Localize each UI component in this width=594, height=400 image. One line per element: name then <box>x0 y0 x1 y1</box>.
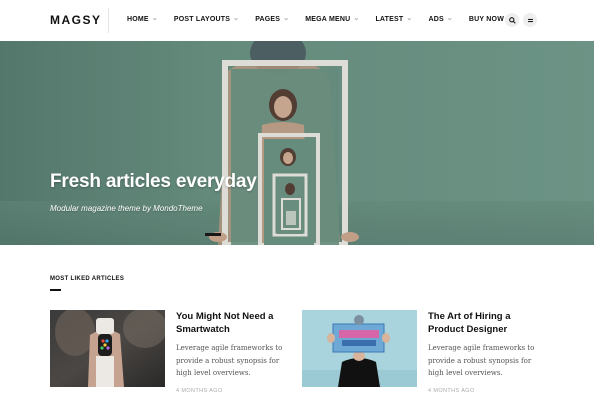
article-excerpt-line: provide a robust synopsis for <box>176 356 280 365</box>
hero-image <box>0 41 594 245</box>
menu-button[interactable] <box>523 13 537 27</box>
nav-ads-label: ADS <box>428 15 444 23</box>
nav-home-label: HOME <box>127 15 149 23</box>
chevron-down-icon: ⌄ <box>406 15 413 22</box>
nav-post-layouts[interactable]: POST LAYOUTS ⌄ <box>174 15 239 23</box>
chevron-down-icon: ⌄ <box>353 15 360 22</box>
article-excerpt: Leverage agile frameworks to provide a r… <box>428 342 534 380</box>
nav-mega-menu-label: MEGA MENU <box>305 15 351 23</box>
chevron-down-icon: ⌄ <box>151 15 158 22</box>
chevron-down-icon: ⌄ <box>233 15 240 22</box>
hero-banner[interactable]: Fresh articles everyday Modular magazine… <box>0 41 594 245</box>
smartwatch-image <box>50 310 165 387</box>
nav-pages[interactable]: PAGES ⌄ <box>255 15 289 23</box>
nav-buy-now[interactable]: BUY NOW <box>469 16 504 23</box>
nav-home[interactable]: HOME ⌄ <box>127 15 158 23</box>
menu-icon <box>527 18 533 22</box>
hero-title[interactable]: Fresh articles everyday <box>50 171 257 193</box>
article-excerpt: Leverage agile frameworks to provide a r… <box>176 342 282 380</box>
nav-buy-now-label: BUY NOW <box>468 15 505 23</box>
article-title[interactable]: The Art of Hiring a Product Designer <box>428 311 511 336</box>
nav-latest-label: LATEST <box>375 15 404 23</box>
article-excerpt-line: high level overviews. <box>428 369 503 377</box>
chevron-down-icon: ⌄ <box>446 15 453 22</box>
search-icon <box>508 16 516 24</box>
hero-subtitle: Modular magazine theme by MondoTheme <box>50 204 203 213</box>
article-date: 4 MONTHS AGO <box>176 388 223 394</box>
site-header: MAGSY HOME ⌄ POST LAYOUTS ⌄ PAGES ⌄ MEGA… <box>0 0 594 41</box>
designer-image <box>302 310 417 387</box>
article-title-line: You Might Not Need a <box>176 311 274 322</box>
section-underline <box>50 289 61 291</box>
article-excerpt-line: Leverage agile frameworks to <box>176 344 283 352</box>
article-excerpt-line: Leverage agile frameworks to <box>428 344 535 352</box>
chevron-down-icon: ⌄ <box>283 15 290 22</box>
search-button[interactable] <box>505 13 519 27</box>
nav-latest[interactable]: LATEST ⌄ <box>375 15 412 23</box>
section-title: MOST LIKED ARTICLES <box>50 276 125 282</box>
header-divider <box>108 8 109 33</box>
site-logo[interactable]: MAGSY <box>50 13 102 27</box>
article-thumbnail[interactable] <box>50 310 165 387</box>
nav-pages-label: PAGES <box>255 15 281 23</box>
article-date: 4 MONTHS AGO <box>428 388 475 394</box>
article-title-line: The Art of Hiring a <box>428 311 511 322</box>
article-title[interactable]: You Might Not Need a Smartwatch <box>176 311 273 336</box>
main-nav: HOME ⌄ POST LAYOUTS ⌄ PAGES ⌄ MEGA MENU … <box>127 15 504 23</box>
nav-ads[interactable]: ADS ⌄ <box>428 15 452 23</box>
article-excerpt-line: provide a robust synopsis for <box>428 356 532 365</box>
article-title-line: Product Designer <box>428 323 508 335</box>
nav-mega-menu[interactable]: MEGA MENU ⌄ <box>305 15 359 23</box>
article-thumbnail[interactable] <box>302 310 417 387</box>
nav-post-layouts-label: POST LAYOUTS <box>173 15 231 23</box>
article-title-line: Smartwatch <box>176 323 230 335</box>
article-excerpt-line: high level overviews. <box>176 369 251 377</box>
